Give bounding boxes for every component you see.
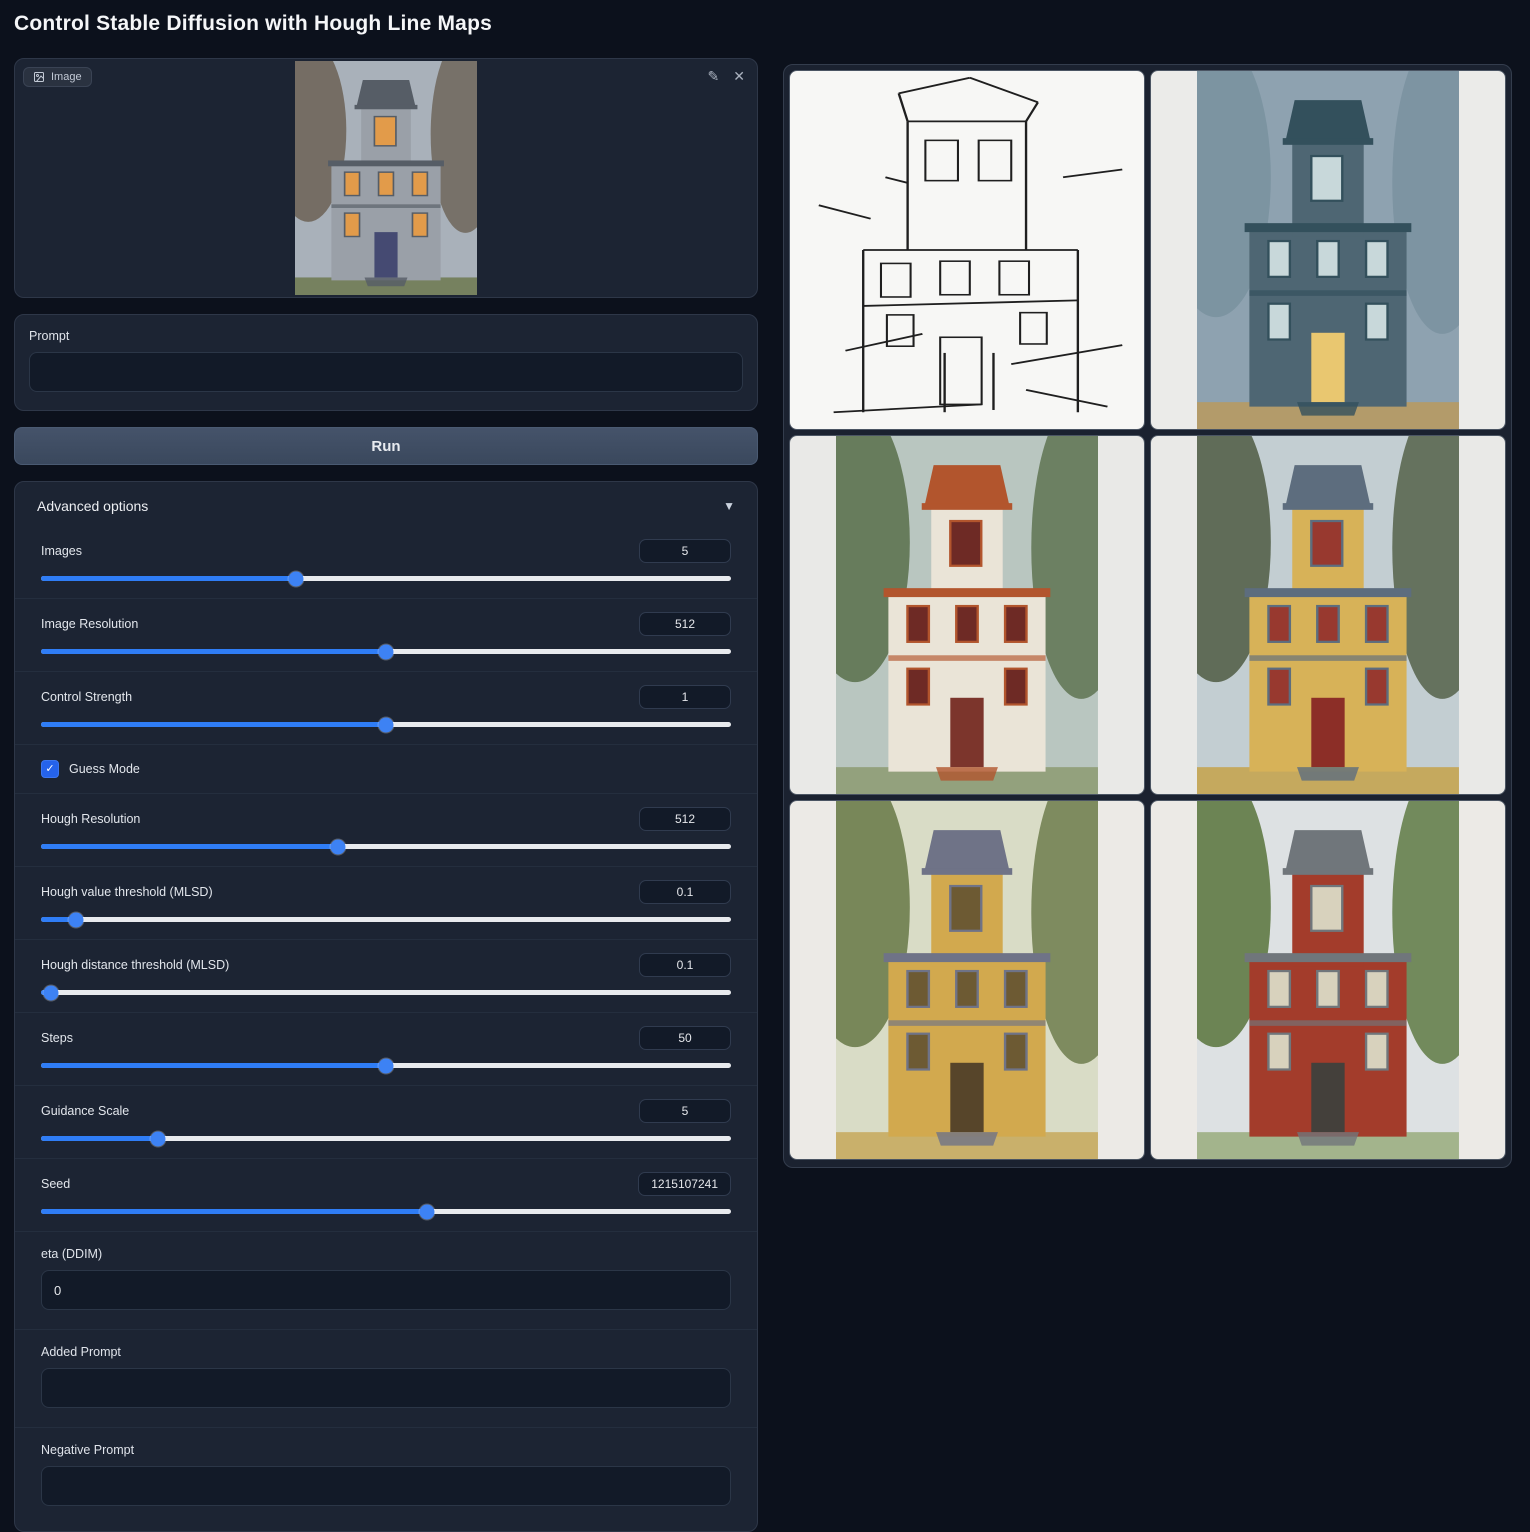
slider-handle-steps[interactable]	[379, 1058, 394, 1073]
slider-handle-hough-resolution[interactable]	[330, 839, 345, 854]
slider-row-image-resolution: Image Resolution 512	[15, 599, 757, 672]
image-icon	[33, 71, 45, 83]
slider-track-image-resolution[interactable]	[41, 649, 731, 654]
image-actions: ✎ ✕	[708, 69, 745, 83]
slider-fill	[41, 1063, 386, 1068]
output-gallery	[783, 64, 1512, 1168]
slider-track-control-strength[interactable]	[41, 722, 731, 727]
slider-handle-image-resolution[interactable]	[379, 644, 394, 659]
input-image-card: Image ✎ ✕	[14, 58, 758, 298]
added-prompt-input[interactable]	[41, 1368, 731, 1408]
slider-track-hough-value-threshold[interactable]	[41, 917, 731, 922]
advanced-textboxes: eta (DDIM) Added Prompt Negative Prompt	[15, 1232, 757, 1525]
generated-image	[836, 801, 1098, 1159]
slider-label-hough-resolution: Hough Resolution	[41, 812, 140, 826]
slider-track-hough-resolution[interactable]	[41, 844, 731, 849]
advanced-options-header[interactable]: Advanced options ▼	[15, 482, 757, 526]
generated-image	[1197, 71, 1459, 429]
generated-image	[1197, 801, 1459, 1159]
hough-line-map-image	[804, 71, 1130, 429]
negative-prompt-input[interactable]	[41, 1466, 731, 1506]
slider-value-hough-resolution[interactable]: 512	[639, 807, 731, 831]
edit-icon[interactable]: ✎	[708, 69, 720, 83]
gallery-item-hough-line-map[interactable]	[789, 70, 1145, 430]
slider-label-hough-distance-threshold: Hough distance threshold (MLSD)	[41, 958, 229, 972]
slider-label-seed: Seed	[41, 1177, 70, 1191]
eta-ddim-label: eta (DDIM)	[41, 1247, 731, 1261]
textbox-row-eta-ddim: eta (DDIM)	[15, 1232, 757, 1330]
slider-label-hough-value-threshold: Hough value threshold (MLSD)	[41, 885, 213, 899]
slider-row-steps: Steps 50	[15, 1013, 757, 1086]
prompt-label: Prompt	[29, 329, 743, 343]
slider-handle-guidance-scale[interactable]	[151, 1131, 166, 1146]
advanced-options-accordion: Advanced options ▼ Images 5 Image Resoluti…	[14, 481, 758, 1532]
slider-fill	[41, 649, 386, 654]
slider-value-hough-value-threshold[interactable]: 0.1	[639, 880, 731, 904]
slider-row-images: Images 5	[15, 526, 757, 599]
slider-value-hough-distance-threshold[interactable]: 0.1	[639, 953, 731, 977]
page-title: Control Stable Diffusion with Hough Line…	[14, 12, 492, 36]
slider-value-steps[interactable]: 50	[639, 1026, 731, 1050]
gallery-item-result-red-brick-house[interactable]	[1150, 800, 1506, 1160]
left-column: Image ✎ ✕ Prompt Run Advanced options ▼ …	[14, 58, 758, 1532]
slider-label-steps: Steps	[41, 1031, 73, 1045]
gallery-item-result-white-victorian[interactable]	[789, 435, 1145, 795]
slider-label-guidance-scale: Guidance Scale	[41, 1104, 129, 1118]
slider-handle-control-strength[interactable]	[379, 717, 394, 732]
gallery-grid	[789, 70, 1506, 1162]
image-label-text: Image	[51, 71, 82, 83]
slider-fill	[41, 1209, 427, 1214]
advanced-options-label: Advanced options	[37, 498, 148, 514]
gallery-item-result-blue-victorian[interactable]	[1150, 70, 1506, 430]
slider-value-seed[interactable]: 1215107241	[638, 1172, 731, 1196]
slider-value-guidance-scale[interactable]: 5	[639, 1099, 731, 1123]
slider-handle-images[interactable]	[289, 571, 304, 586]
slider-track-steps[interactable]	[41, 1063, 731, 1068]
slider-track-guidance-scale[interactable]	[41, 1136, 731, 1141]
image-label: Image	[23, 67, 92, 87]
textbox-row-negative-prompt: Negative Prompt	[15, 1428, 757, 1525]
slider-label-images: Images	[41, 544, 82, 558]
slider-row-guidance-scale: Guidance Scale 5	[15, 1086, 757, 1159]
slider-track-images[interactable]	[41, 576, 731, 581]
chevron-down-icon[interactable]: ▼	[723, 499, 735, 513]
guess-mode-checkbox[interactable]: ✓	[41, 760, 59, 778]
slider-track-seed[interactable]	[41, 1209, 731, 1214]
slider-row-hough-value-threshold: Hough value threshold (MLSD) 0.1	[15, 867, 757, 940]
textbox-row-added-prompt: Added Prompt	[15, 1330, 757, 1428]
input-image-photo[interactable]	[295, 61, 477, 295]
guess-mode-label: Guess Mode	[69, 762, 140, 776]
gallery-item-result-gold-house[interactable]	[789, 800, 1145, 1160]
run-button[interactable]: Run	[14, 427, 758, 465]
slider-row-hough-distance-threshold: Hough distance threshold (MLSD) 0.1	[15, 940, 757, 1013]
slider-track-hough-distance-threshold[interactable]	[41, 990, 731, 995]
generated-image	[1197, 436, 1459, 794]
prompt-input[interactable]	[29, 352, 743, 392]
slider-value-image-resolution[interactable]: 512	[639, 612, 731, 636]
slider-fill	[41, 722, 386, 727]
slider-handle-hough-value-threshold[interactable]	[68, 912, 83, 927]
slider-value-control-strength[interactable]: 1	[639, 685, 731, 709]
slider-value-images[interactable]: 5	[639, 539, 731, 563]
slider-row-control-strength: Control Strength 1	[15, 672, 757, 745]
added-prompt-label: Added Prompt	[41, 1345, 731, 1359]
slider-row-seed: Seed 1215107241	[15, 1159, 757, 1232]
slider-label-image-resolution: Image Resolution	[41, 617, 138, 631]
prompt-block: Prompt	[14, 314, 758, 411]
slider-fill	[41, 1136, 158, 1141]
slider-fill	[41, 576, 296, 581]
gallery-item-result-yellow-blue-house[interactable]	[1150, 435, 1506, 795]
slider-handle-seed[interactable]	[420, 1204, 435, 1219]
generated-image	[836, 436, 1098, 794]
eta-ddim-input[interactable]	[41, 1270, 731, 1310]
checkbox-row-guess-mode: ✓ Guess Mode	[15, 745, 757, 794]
slider-row-hough-resolution: Hough Resolution 512	[15, 794, 757, 867]
slider-fill	[41, 844, 338, 849]
clear-icon[interactable]: ✕	[733, 69, 745, 83]
advanced-controls: Images 5 Image Resolution 512 Control Streng…	[15, 526, 757, 1232]
slider-label-control-strength: Control Strength	[41, 690, 132, 704]
slider-handle-hough-distance-threshold[interactable]	[44, 985, 59, 1000]
